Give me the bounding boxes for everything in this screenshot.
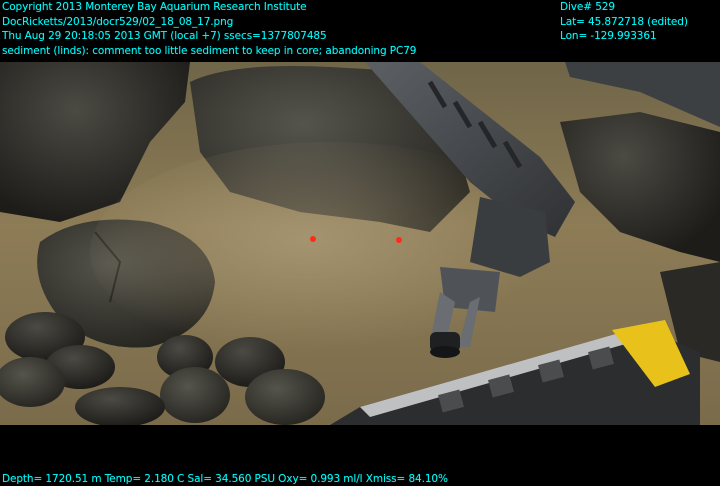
seafloor-scene	[0, 62, 720, 425]
copyright-text: Copyright 2013 Monterey Bay Aquarium Res…	[2, 1, 307, 13]
laser-dot-left	[310, 236, 316, 242]
pillow-rock-5	[160, 367, 230, 423]
overlay-top-right: Dive# 529 Lat= 45.872718 (edited) Lon= -…	[560, 0, 688, 44]
pillow-rock-7	[245, 369, 325, 425]
video-frame: Copyright 2013 Monterey Bay Aquarium Res…	[0, 0, 720, 486]
annotation-text: sediment (linds): comment too little sed…	[2, 44, 417, 57]
overlay-top-left: Copyright 2013 Monterey Bay Aquarium Res…	[2, 0, 416, 58]
longitude-text: Lon= -129.993361	[560, 30, 657, 42]
sensor-readout-text: Depth= 1720.51 m Temp= 2.180 C Sal= 34.5…	[2, 473, 448, 485]
laser-dot-right	[396, 237, 402, 243]
dive-number-text: Dive# 529	[560, 1, 615, 13]
timestamp-text: Thu Aug 29 20:18:05 2013 GMT (local +7) …	[2, 30, 327, 42]
overlay-bottom: Depth= 1720.51 m Temp= 2.180 C Sal= 34.5…	[2, 472, 448, 486]
file-path-text: DocRicketts/2013/docr529/02_18_08_17.png	[2, 15, 234, 28]
latitude-text: Lat= 45.872718 (edited)	[560, 15, 688, 28]
seafloor-image	[0, 62, 720, 425]
